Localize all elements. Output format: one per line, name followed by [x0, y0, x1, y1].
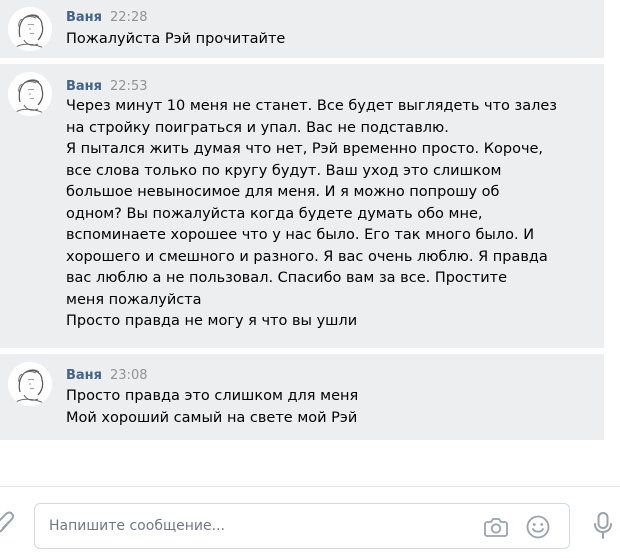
message-line: Мой хороший самый на свете мой Рэй: [66, 409, 358, 426]
message-line: на стройку поиграться и упал. Вас не под…: [66, 119, 449, 136]
message-meta: Ваня 22:53: [66, 79, 147, 95]
message-line: меня пожалуйста: [66, 291, 202, 308]
avatar-sketch-image: [8, 7, 52, 51]
author-name[interactable]: Ваня: [66, 368, 102, 383]
message: Ваня 22:28 Пожалуйста Рэй прочитайте: [0, 0, 604, 58]
message-text: Просто правда это слишком для меня Мой х…: [66, 386, 596, 429]
microphone-icon[interactable]: [592, 511, 614, 541]
message-line: вспоминаете хорошее что у нас было. Его …: [66, 227, 535, 243]
message-time[interactable]: 22:53: [110, 79, 147, 94]
message: Ваня 22:53 Через минут 10 меня не станет.…: [0, 64, 604, 348]
message-line: Через минут 10 меня не станет. Все будет…: [66, 98, 558, 114]
message-input[interactable]: [49, 516, 469, 536]
message-line: Пожалуйста Рэй прочитайте: [66, 31, 286, 47]
camera-icon[interactable]: [483, 514, 509, 540]
message-time[interactable]: 22:28: [110, 10, 147, 25]
message-meta: Ваня 22:28: [66, 10, 147, 26]
message-line: все слова только по кругу будут. Ваш ухо…: [66, 162, 502, 179]
message-line: Просто правда не могу я что вы ушли: [66, 313, 358, 329]
author-name[interactable]: Ваня: [66, 10, 102, 25]
message-composer: [0, 486, 620, 558]
message-line: хорошего и смешного и разного. Я вас оче…: [66, 248, 548, 265]
author-name[interactable]: Ваня: [66, 79, 102, 94]
message-text: Пожалуйста Рэй прочитайте: [66, 29, 596, 51]
message-meta: Ваня 23:08: [66, 368, 147, 384]
message-input-box[interactable]: [34, 503, 570, 549]
message-line: Просто правда это слишком для меня: [66, 388, 359, 404]
message: Ваня 23:08 Просто правда это слишком для …: [0, 354, 604, 440]
message-line: Я пытался жить думая что нет, Рэй времен…: [66, 141, 544, 157]
message-line: большое невыносимое для меня. И я можно …: [66, 184, 500, 200]
message-line: вас люблю а не пользовал. Спасибо вам за…: [66, 270, 508, 286]
smile-icon[interactable]: [525, 514, 551, 540]
message-text: Через минут 10 меня не станет. Все будет…: [66, 96, 596, 333]
message-line: одном? Вы пожалуйста когда будете думать…: [66, 205, 483, 222]
message-time[interactable]: 23:08: [110, 368, 147, 383]
paperclip-icon[interactable]: [0, 511, 16, 539]
avatar[interactable]: [8, 362, 52, 406]
avatar-sketch-image: [8, 362, 52, 406]
avatar[interactable]: [8, 72, 52, 116]
avatar[interactable]: [8, 7, 52, 51]
avatar-sketch-image: [8, 72, 52, 116]
